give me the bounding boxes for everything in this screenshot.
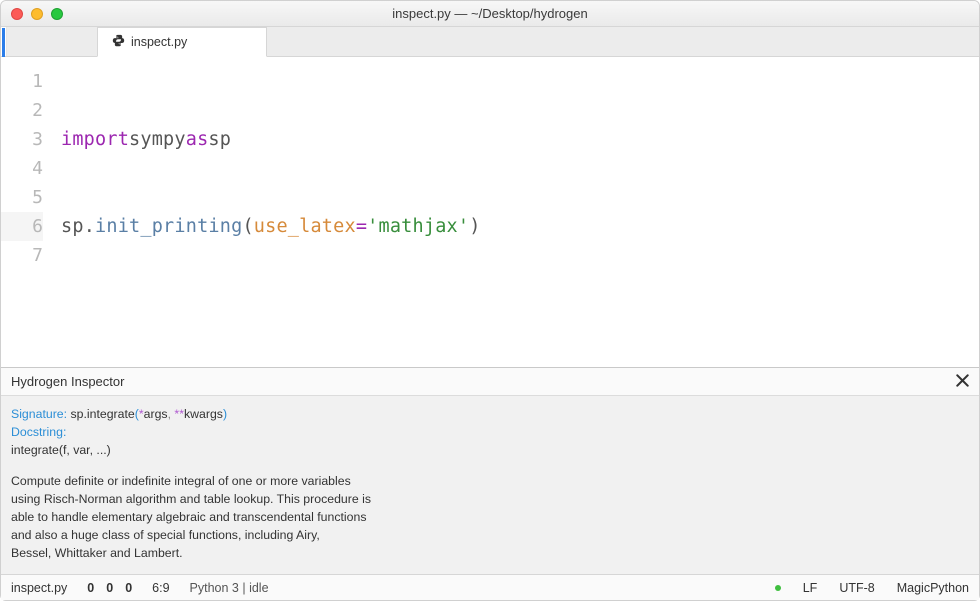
python-file-icon — [112, 34, 125, 50]
tab-bar: inspect.py — [1, 27, 979, 57]
window-title: inspect.py — ~/Desktop/hydrogen — [1, 6, 979, 21]
panel-header: Hydrogen Inspector — [1, 368, 979, 396]
docstring-text: Bessel, Whittaker and Lambert. — [11, 545, 969, 563]
line-number: 4 — [1, 154, 43, 183]
status-indicator-icon — [775, 585, 781, 591]
status-cursor-position[interactable]: 6:9 — [152, 581, 169, 595]
status-bar: inspect.py 0 0 0 6:9 Python 3 | idle LF … — [1, 574, 979, 600]
signature-line: Signature: sp.integrate(*args, **kwargs) — [11, 406, 969, 424]
hydrogen-inspector-panel: Hydrogen Inspector Signature: sp.integra… — [1, 367, 979, 574]
panel-close-button[interactable] — [956, 373, 969, 390]
status-line-ending[interactable]: LF — [803, 581, 818, 595]
docstring-text: able to handle elementary algebraic and … — [11, 509, 969, 527]
status-kernel[interactable]: Python 3 | idle — [190, 581, 269, 595]
line-number: 3 — [1, 125, 43, 154]
line-number-gutter: 1 2 3 4 5 6 7 — [1, 57, 61, 367]
code-line[interactable] — [61, 299, 979, 328]
panel-title: Hydrogen Inspector — [11, 374, 124, 389]
code-area[interactable]: import sympy as sp sp.init_printing(use_… — [61, 57, 979, 367]
tab-spacer — [7, 27, 97, 56]
tab-active-indicator — [2, 28, 5, 58]
status-diagnostic-counts[interactable]: 0 0 0 — [87, 581, 132, 595]
status-encoding[interactable]: UTF-8 — [839, 581, 874, 595]
code-line[interactable]: sp.init_printing(use_latex='mathjax') — [61, 212, 979, 241]
tab-inspect-py[interactable]: inspect.py — [97, 27, 267, 57]
status-grammar[interactable]: MagicPython — [897, 581, 969, 595]
docstring-label: Docstring: — [11, 424, 969, 442]
line-number: 6 — [1, 212, 43, 241]
app-window: inspect.py — ~/Desktop/hydrogen inspect.… — [0, 0, 980, 601]
docstring-text: Compute definite or indefinite integral … — [11, 473, 969, 491]
line-number: 1 — [1, 67, 43, 96]
docstring-text: using Risch-Norman algorithm and table l… — [11, 491, 969, 509]
titlebar: inspect.py — ~/Desktop/hydrogen — [1, 1, 979, 27]
status-filename[interactable]: inspect.py — [11, 581, 67, 595]
panel-body: Signature: sp.integrate(*args, **kwargs)… — [1, 396, 979, 574]
docstring-call: integrate(f, var, ...) — [11, 442, 969, 460]
tab-label: inspect.py — [131, 35, 187, 49]
docstring-text: and also a huge class of special functio… — [11, 527, 969, 545]
line-number: 5 — [1, 183, 43, 212]
line-number: 7 — [1, 241, 43, 270]
code-editor[interactable]: 1 2 3 4 5 6 7 import sympy as sp sp.init… — [1, 57, 979, 367]
code-line[interactable]: import sympy as sp — [61, 125, 979, 154]
line-number: 2 — [1, 96, 43, 125]
